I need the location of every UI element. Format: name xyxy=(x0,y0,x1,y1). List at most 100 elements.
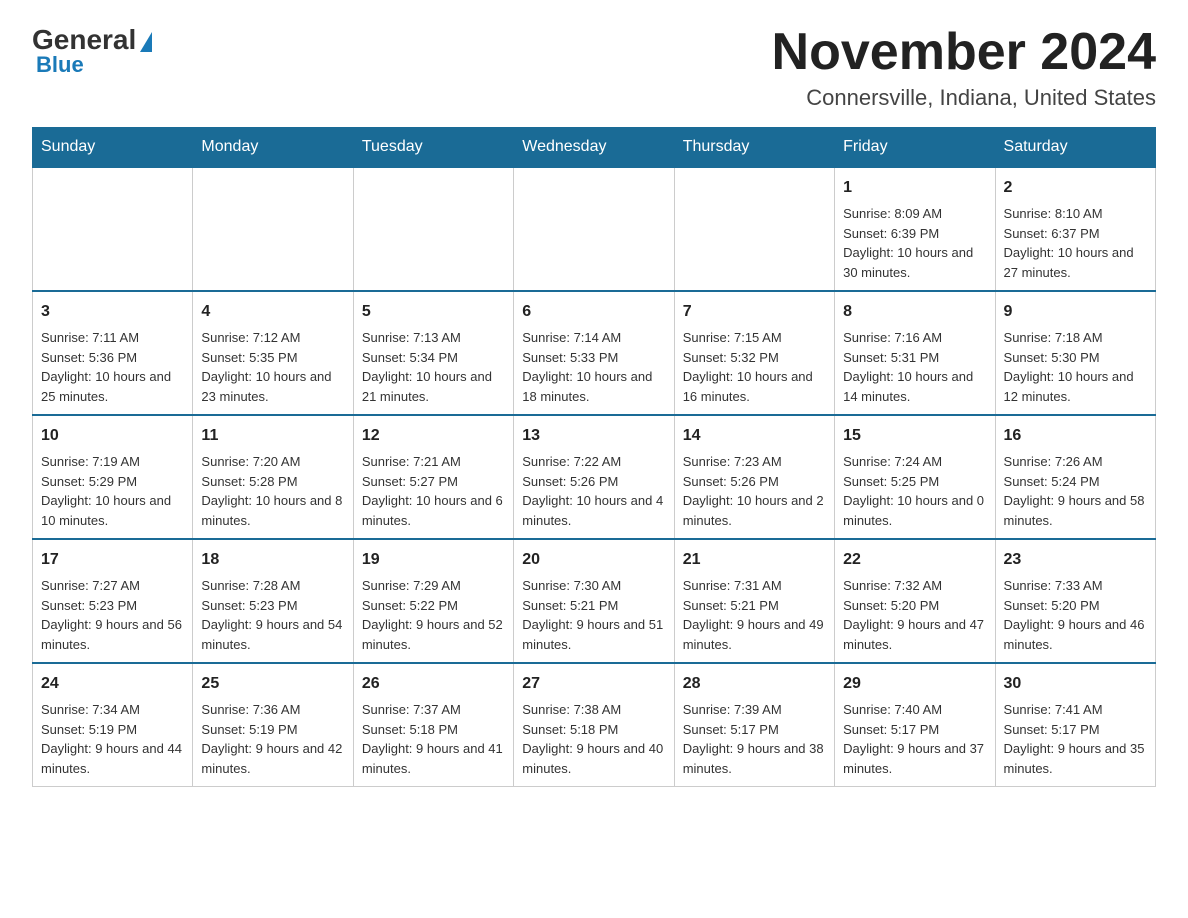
calendar-cell: 19Sunrise: 7:29 AM Sunset: 5:22 PM Dayli… xyxy=(353,539,513,663)
day-number: 14 xyxy=(683,424,826,448)
calendar-cell: 23 Sunrise: 7:33 AM Sunset: 5:20 PM Dayli… xyxy=(995,539,1155,663)
day-number: 23 xyxy=(1004,548,1147,572)
month-title: November 2024 xyxy=(772,24,1156,81)
day-detail: Sunrise: 8:09 AM Sunset: 6:39 PM Dayligh… xyxy=(843,204,986,282)
day-detail: Sunrise: 8:10 AM Sunset: 6:37 PM Dayligh… xyxy=(1004,204,1147,282)
col-header-saturday: Saturday xyxy=(995,128,1155,168)
day-detail: Sunrise: 7:34 AM Sunset: 5:19 PM Dayligh… xyxy=(41,700,184,778)
day-detail: Sunrise: 7:40 AM Sunset: 5:17 PM Dayligh… xyxy=(843,700,986,778)
day-detail: Sunrise: 7:27 AM Sunset: 5:23 PM Dayligh… xyxy=(41,576,184,654)
day-number: 26 xyxy=(362,672,505,696)
day-number: 5 xyxy=(362,300,505,324)
day-number: 22 xyxy=(843,548,986,572)
logo-triangle-icon xyxy=(140,32,152,52)
calendar-cell: 30 Sunrise: 7:41 AM Sunset: 5:17 PM Dayli… xyxy=(995,663,1155,787)
day-detail: Sunrise: 7:30 AM Sunset: 5:21 PM Dayligh… xyxy=(522,576,665,654)
calendar-cell: 8 Sunrise: 7:16 AM Sunset: 5:31 PM Daylig… xyxy=(835,291,995,415)
col-header-wednesday: Wednesday xyxy=(514,128,674,168)
day-detail: Sunrise: 7:20 AM Sunset: 5:28 PM Dayligh… xyxy=(201,452,344,530)
calendar-cell: 25Sunrise: 7:36 AM Sunset: 5:19 PM Dayli… xyxy=(193,663,353,787)
day-number: 30 xyxy=(1004,672,1147,696)
calendar-cell: 14 Sunrise: 7:23 AM Sunset: 5:26 PM Dayli… xyxy=(674,415,834,539)
day-detail: Sunrise: 7:23 AM Sunset: 5:26 PM Dayligh… xyxy=(683,452,826,530)
calendar-cell: 12 Sunrise: 7:21 AM Sunset: 5:27 PM Dayli… xyxy=(353,415,513,539)
calendar-header-row: SundayMondayTuesdayWednesdayThursdayFrid… xyxy=(33,128,1156,168)
day-number: 7 xyxy=(683,300,826,324)
day-detail: Sunrise: 7:26 AM Sunset: 5:24 PM Dayligh… xyxy=(1004,452,1147,530)
calendar-cell: 3 Sunrise: 7:11 AM Sunset: 5:36 PM Daylig… xyxy=(33,291,193,415)
calendar-cell: 22 Sunrise: 7:32 AM Sunset: 5:20 PM Dayli… xyxy=(835,539,995,663)
day-number: 2 xyxy=(1004,176,1147,200)
calendar-week-row: 3 Sunrise: 7:11 AM Sunset: 5:36 PM Daylig… xyxy=(33,291,1156,415)
calendar-cell: 26Sunrise: 7:37 AM Sunset: 5:18 PM Dayli… xyxy=(353,663,513,787)
day-detail: Sunrise: 7:29 AM Sunset: 5:22 PM Dayligh… xyxy=(362,576,505,654)
calendar-cell: 9 Sunrise: 7:18 AM Sunset: 5:30 PM Daylig… xyxy=(995,291,1155,415)
calendar-cell: 11 Sunrise: 7:20 AM Sunset: 5:28 PM Dayli… xyxy=(193,415,353,539)
day-number: 4 xyxy=(201,300,344,324)
day-number: 9 xyxy=(1004,300,1147,324)
calendar-cell: 6 Sunrise: 7:14 AM Sunset: 5:33 PM Daylig… xyxy=(514,291,674,415)
day-number: 1 xyxy=(843,176,986,200)
day-detail: Sunrise: 7:33 AM Sunset: 5:20 PM Dayligh… xyxy=(1004,576,1147,654)
col-header-friday: Friday xyxy=(835,128,995,168)
day-number: 28 xyxy=(683,672,826,696)
day-number: 6 xyxy=(522,300,665,324)
day-number: 13 xyxy=(522,424,665,448)
day-number: 3 xyxy=(41,300,184,324)
calendar-cell: 27 Sunrise: 7:38 AM Sunset: 5:18 PM Dayli… xyxy=(514,663,674,787)
day-detail: Sunrise: 7:38 AM Sunset: 5:18 PM Dayligh… xyxy=(522,700,665,778)
calendar-cell: 7Sunrise: 7:15 AM Sunset: 5:32 PM Daylig… xyxy=(674,291,834,415)
calendar-cell: 1 Sunrise: 8:09 AM Sunset: 6:39 PM Daylig… xyxy=(835,167,995,291)
day-number: 27 xyxy=(522,672,665,696)
calendar-cell xyxy=(353,167,513,291)
calendar-cell: 20 Sunrise: 7:30 AM Sunset: 5:21 PM Dayli… xyxy=(514,539,674,663)
calendar-cell: 16 Sunrise: 7:26 AM Sunset: 5:24 PM Dayli… xyxy=(995,415,1155,539)
page-header: General Blue November 2024 Connersville,… xyxy=(32,24,1156,111)
day-detail: Sunrise: 7:22 AM Sunset: 5:26 PM Dayligh… xyxy=(522,452,665,530)
day-detail: Sunrise: 7:32 AM Sunset: 5:20 PM Dayligh… xyxy=(843,576,986,654)
calendar-cell: 15Sunrise: 7:24 AM Sunset: 5:25 PM Dayli… xyxy=(835,415,995,539)
day-detail: Sunrise: 7:11 AM Sunset: 5:36 PM Dayligh… xyxy=(41,328,184,406)
day-number: 12 xyxy=(362,424,505,448)
day-detail: Sunrise: 7:14 AM Sunset: 5:33 PM Dayligh… xyxy=(522,328,665,406)
day-number: 18 xyxy=(201,548,344,572)
calendar-table: SundayMondayTuesdayWednesdayThursdayFrid… xyxy=(32,127,1156,787)
day-number: 24 xyxy=(41,672,184,696)
calendar-cell: 5 Sunrise: 7:13 AM Sunset: 5:34 PM Daylig… xyxy=(353,291,513,415)
calendar-cell: 18Sunrise: 7:28 AM Sunset: 5:23 PM Dayli… xyxy=(193,539,353,663)
calendar-cell: 2 Sunrise: 8:10 AM Sunset: 6:37 PM Daylig… xyxy=(995,167,1155,291)
day-number: 8 xyxy=(843,300,986,324)
day-number: 15 xyxy=(843,424,986,448)
day-detail: Sunrise: 7:19 AM Sunset: 5:29 PM Dayligh… xyxy=(41,452,184,530)
calendar-cell: 17 Sunrise: 7:27 AM Sunset: 5:23 PM Dayli… xyxy=(33,539,193,663)
col-header-thursday: Thursday xyxy=(674,128,834,168)
day-number: 17 xyxy=(41,548,184,572)
calendar-cell: 10Sunrise: 7:19 AM Sunset: 5:29 PM Dayli… xyxy=(33,415,193,539)
calendar-cell: 24 Sunrise: 7:34 AM Sunset: 5:19 PM Dayli… xyxy=(33,663,193,787)
calendar-week-row: 10Sunrise: 7:19 AM Sunset: 5:29 PM Dayli… xyxy=(33,415,1156,539)
day-number: 20 xyxy=(522,548,665,572)
day-detail: Sunrise: 7:16 AM Sunset: 5:31 PM Dayligh… xyxy=(843,328,986,406)
logo-blue-text: Blue xyxy=(36,52,84,78)
calendar-week-row: 24 Sunrise: 7:34 AM Sunset: 5:19 PM Dayli… xyxy=(33,663,1156,787)
logo: General Blue xyxy=(32,24,152,78)
day-detail: Sunrise: 7:12 AM Sunset: 5:35 PM Dayligh… xyxy=(201,328,344,406)
day-number: 21 xyxy=(683,548,826,572)
day-detail: Sunrise: 7:31 AM Sunset: 5:21 PM Dayligh… xyxy=(683,576,826,654)
day-detail: Sunrise: 7:41 AM Sunset: 5:17 PM Dayligh… xyxy=(1004,700,1147,778)
day-detail: Sunrise: 7:21 AM Sunset: 5:27 PM Dayligh… xyxy=(362,452,505,530)
day-number: 16 xyxy=(1004,424,1147,448)
calendar-cell: 28Sunrise: 7:39 AM Sunset: 5:17 PM Dayli… xyxy=(674,663,834,787)
day-detail: Sunrise: 7:18 AM Sunset: 5:30 PM Dayligh… xyxy=(1004,328,1147,406)
calendar-cell: 4 Sunrise: 7:12 AM Sunset: 5:35 PM Daylig… xyxy=(193,291,353,415)
calendar-week-row: 1 Sunrise: 8:09 AM Sunset: 6:39 PM Daylig… xyxy=(33,167,1156,291)
day-number: 29 xyxy=(843,672,986,696)
calendar-cell: 13 Sunrise: 7:22 AM Sunset: 5:26 PM Dayli… xyxy=(514,415,674,539)
calendar-week-row: 17 Sunrise: 7:27 AM Sunset: 5:23 PM Dayli… xyxy=(33,539,1156,663)
location-title: Connersville, Indiana, United States xyxy=(772,85,1156,111)
day-detail: Sunrise: 7:13 AM Sunset: 5:34 PM Dayligh… xyxy=(362,328,505,406)
day-number: 11 xyxy=(201,424,344,448)
calendar-cell: 21 Sunrise: 7:31 AM Sunset: 5:21 PM Dayli… xyxy=(674,539,834,663)
title-block: November 2024 Connersville, Indiana, Uni… xyxy=(772,24,1156,111)
day-number: 25 xyxy=(201,672,344,696)
